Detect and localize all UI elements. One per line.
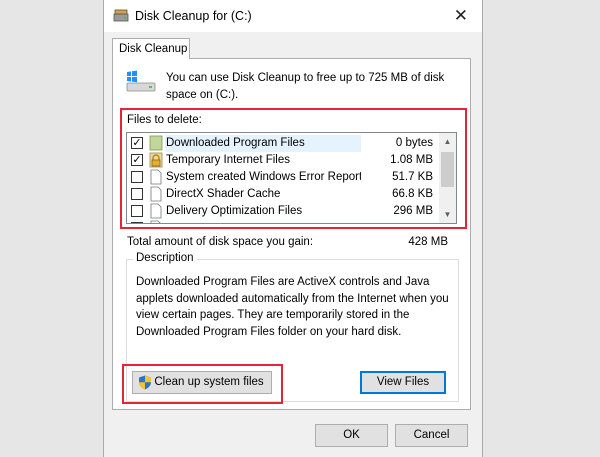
file-size: 296 MB	[393, 205, 433, 217]
list-item[interactable]: Delivery Optimization Files 296 MB	[127, 203, 441, 220]
file-size: 66.8 KB	[392, 188, 433, 200]
tab-disk-cleanup[interactable]: Disk Cleanup	[112, 38, 190, 59]
description-title: Description	[133, 252, 197, 264]
file-name: Downloaded Program Files	[165, 135, 361, 152]
file-icon	[150, 186, 162, 202]
list-item[interactable]	[127, 220, 441, 223]
checkbox[interactable]: ✓	[131, 154, 143, 166]
drive-icon	[126, 70, 156, 92]
clean-up-system-files-label: Clean up system files	[154, 376, 264, 388]
total-value: 428 MB	[408, 236, 448, 248]
files-to-delete-label: Files to delete:	[127, 114, 202, 126]
checkbox[interactable]	[131, 205, 143, 217]
list-item[interactable]: ✓ Temporary Internet Files 1.08 MB	[127, 152, 441, 169]
lock-folder-icon	[149, 152, 163, 168]
files-list[interactable]: ✓ Downloaded Program Files 0 bytes ✓ Tem…	[126, 132, 457, 224]
checkbox[interactable]	[131, 188, 143, 200]
checkbox[interactable]: ✓	[131, 137, 143, 149]
tab-page: You can use Disk Cleanup to free up to 7…	[112, 58, 471, 410]
file-size: 51.7 KB	[392, 171, 433, 183]
ok-button[interactable]: OK	[315, 424, 388, 447]
scrollbar-thumb[interactable]	[441, 152, 454, 187]
file-icon	[150, 169, 162, 185]
title-bar: Disk Cleanup for (C:) ✕	[104, 0, 482, 32]
cancel-button[interactable]: Cancel	[395, 424, 468, 447]
folder-icon	[149, 135, 163, 151]
file-size: 1.08 MB	[390, 154, 433, 166]
window-title: Disk Cleanup for (C:)	[135, 9, 252, 23]
file-name: DirectX Shader Cache	[166, 188, 281, 200]
checkbox[interactable]	[131, 222, 143, 223]
checkbox[interactable]	[131, 171, 143, 183]
view-files-button[interactable]: View Files	[360, 371, 446, 394]
scroll-down-arrow-icon[interactable]: ▼	[439, 206, 456, 223]
file-name: Delivery Optimization Files	[166, 205, 303, 217]
list-item[interactable]: DirectX Shader Cache 66.8 KB	[127, 186, 441, 203]
scroll-up-arrow-icon[interactable]: ▲	[439, 133, 456, 150]
close-button[interactable]: ✕	[454, 6, 468, 26]
file-size: 0 bytes	[395, 137, 433, 149]
clean-up-system-files-button[interactable]: Clean up system files	[132, 371, 272, 394]
description-text: Downloaded Program Files are ActiveX con…	[136, 276, 449, 338]
uac-shield-icon	[139, 375, 151, 390]
disk-cleanup-icon	[113, 9, 129, 22]
total-label: Total amount of disk space you gain:	[127, 236, 314, 248]
file-icon	[150, 203, 162, 219]
list-item[interactable]: System created Windows Error Reporti... …	[127, 169, 441, 186]
list-item[interactable]: ✓ Downloaded Program Files 0 bytes	[127, 135, 441, 152]
file-icon	[150, 220, 161, 223]
disk-cleanup-window: Disk Cleanup for (C:) ✕ Disk Cleanup You…	[103, 0, 483, 457]
file-name: System created Windows Error Reporti...	[166, 171, 361, 183]
scrollbar[interactable]: ▲ ▼	[439, 133, 456, 223]
file-name: Temporary Internet Files	[166, 154, 290, 166]
intro-text: You can use Disk Cleanup to free up to 7…	[166, 72, 445, 101]
